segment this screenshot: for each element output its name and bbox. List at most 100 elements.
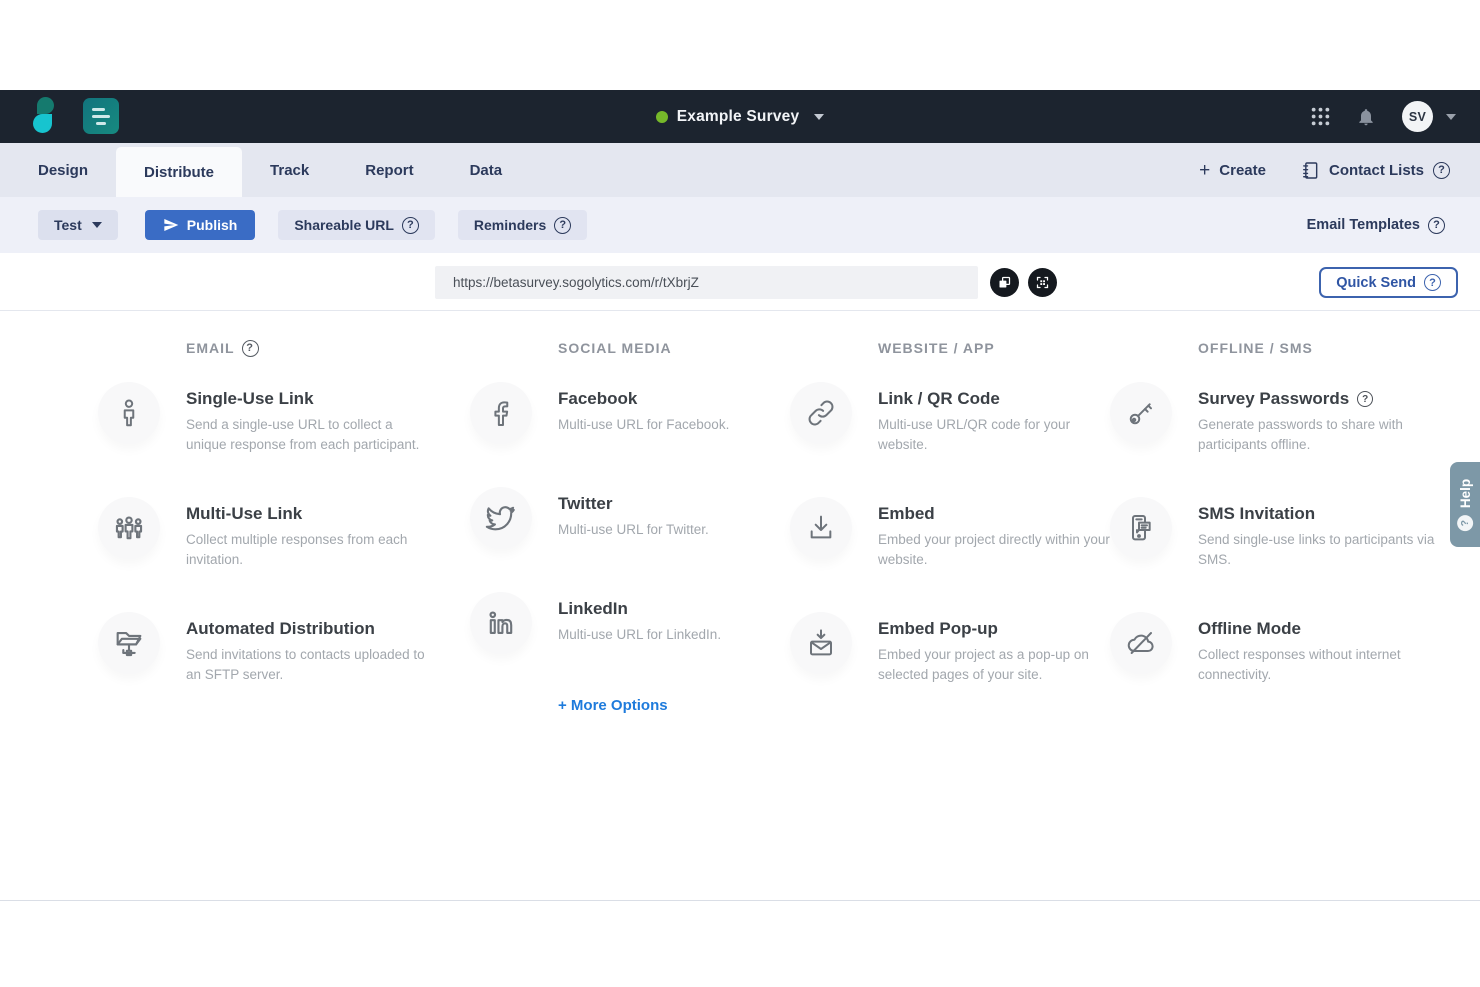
item-title: Facebook (558, 389, 801, 409)
email-column: EMAIL ? Single-Use Link Send a single-us… (95, 338, 430, 727)
linkedin-item[interactable]: LinkedIn Multi-use URL for LinkedIn. (467, 592, 802, 654)
help-icon[interactable]: ? (554, 217, 571, 234)
help-icon[interactable]: ? (1424, 274, 1441, 291)
single-use-link-item[interactable]: Single-Use Link Send a single-use URL to… (95, 382, 430, 454)
multi-user-icon (112, 511, 146, 545)
sms-invitation-item[interactable]: SMS Invitation Send single-use links to … (1107, 497, 1442, 569)
main-nav: Design Distribute Track Report Data + Cr… (0, 143, 1480, 197)
email-templates-label: Email Templates (1307, 217, 1420, 233)
item-description: Send single-use links to participants vi… (1198, 530, 1441, 569)
item-title: Embed Pop-up (878, 619, 1121, 639)
chevron-down-icon (92, 222, 102, 228)
sms-phone-icon (1125, 512, 1157, 544)
help-tab[interactable]: ? Help (1450, 462, 1480, 547)
offline-sms-column: OFFLINE / SMS Survey Passwords ? Generat… (1107, 338, 1442, 727)
item-description: Send a single-use URL to collect a uniqu… (186, 415, 429, 454)
help-icon[interactable]: ? (1357, 391, 1373, 407)
link-qr-code-item[interactable]: Link / QR Code Multi-use URL/QR code for… (787, 382, 1122, 454)
publish-label: Publish (187, 217, 238, 233)
test-dropdown[interactable]: Test (38, 210, 118, 240)
item-description: Multi-use URL for Facebook. (558, 415, 801, 435)
embed-item[interactable]: Embed Embed your project directly within… (787, 497, 1122, 569)
survey-url-input[interactable] (435, 266, 978, 299)
help-icon[interactable]: ? (1428, 217, 1445, 234)
apps-grid-icon[interactable] (1311, 107, 1330, 126)
item-description: Multi-use URL for Twitter. (558, 520, 801, 540)
offline-sms-column-header: OFFLINE / SMS (1198, 338, 1442, 358)
plus-icon: + (1199, 161, 1210, 180)
survey-app-icon[interactable] (83, 98, 119, 134)
copy-url-button[interactable] (990, 268, 1019, 297)
key-icon (1125, 397, 1157, 429)
notebook-icon (1300, 160, 1320, 181)
item-title: LinkedIn (558, 599, 801, 619)
share-url-bar: Quick Send ? (0, 253, 1480, 311)
chevron-down-icon (814, 114, 824, 120)
contact-lists-button[interactable]: Contact Lists ? (1300, 160, 1450, 181)
qr-code-icon (1035, 275, 1050, 290)
embed-popup-icon (805, 627, 837, 659)
item-title: Survey Passwords ? (1198, 389, 1441, 409)
column-title: OFFLINE / SMS (1198, 340, 1313, 356)
tab-design[interactable]: Design (10, 143, 116, 197)
sftp-folder-icon (112, 626, 146, 660)
email-templates-link[interactable]: Email Templates ? (1307, 217, 1445, 234)
item-title: Embed (878, 504, 1121, 524)
automated-distribution-item[interactable]: Automated Distribution Send invitations … (95, 612, 430, 684)
app-tile-bar (92, 115, 110, 118)
distribute-toolbar: Test Publish Shareable URL ? Reminders ?… (0, 197, 1480, 253)
facebook-icon (485, 397, 517, 429)
website-app-column-header: WEBSITE / APP (878, 338, 1122, 358)
item-description: Generate passwords to share with partici… (1198, 415, 1441, 454)
item-description: Multi-use URL for LinkedIn. (558, 625, 801, 645)
divider (0, 900, 1480, 901)
shareable-url-button[interactable]: Shareable URL ? (278, 210, 435, 240)
item-title: Multi-Use Link (186, 504, 429, 524)
survey-name: Example Survey (677, 108, 800, 126)
qr-code-button[interactable] (1028, 268, 1057, 297)
website-app-column: WEBSITE / APP Link / QR Code Multi-use U… (787, 338, 1122, 727)
survey-passwords-item[interactable]: Survey Passwords ? Generate passwords to… (1107, 382, 1442, 454)
help-icon: ? (1457, 515, 1473, 531)
item-title: SMS Invitation (1198, 504, 1441, 524)
brand-logo-icon[interactable] (31, 96, 55, 136)
item-description: Embed your project as a pop-up on select… (878, 645, 1121, 684)
create-button[interactable]: + Create (1199, 161, 1266, 180)
linkedin-icon (484, 606, 518, 640)
test-label: Test (54, 217, 82, 233)
page: Example Survey SV (0, 0, 1480, 987)
item-description: Embed your project directly within your … (878, 530, 1121, 569)
help-icon[interactable]: ? (402, 217, 419, 234)
user-menu[interactable]: SV (1402, 101, 1456, 132)
social-media-column: SOCIAL MEDIA Facebook Multi-use URL for … (467, 338, 802, 714)
email-column-header: EMAIL ? (186, 338, 430, 358)
copy-icon (997, 275, 1012, 290)
quick-send-button[interactable]: Quick Send ? (1319, 267, 1458, 298)
publish-button[interactable]: Publish (145, 210, 256, 240)
shareable-url-label: Shareable URL (294, 217, 394, 233)
tab-report[interactable]: Report (337, 143, 441, 197)
logo-drop-bottom (33, 114, 52, 133)
tab-distribute[interactable]: Distribute (116, 147, 242, 197)
reminders-button[interactable]: Reminders ? (458, 210, 587, 240)
twitter-item[interactable]: Twitter Multi-use URL for Twitter. (467, 487, 802, 549)
item-description: Send invitations to contacts uploaded to… (186, 645, 429, 684)
embed-popup-item[interactable]: Embed Pop-up Embed your project as a pop… (787, 612, 1122, 684)
more-options-link[interactable]: + More Options (558, 697, 802, 714)
help-icon[interactable]: ? (242, 340, 259, 357)
item-title: Automated Distribution (186, 619, 429, 639)
tab-track[interactable]: Track (242, 143, 337, 197)
tab-data[interactable]: Data (442, 143, 531, 197)
logo-drop-top (37, 97, 54, 114)
offline-mode-item[interactable]: Offline Mode Collect responses without i… (1107, 612, 1442, 684)
survey-switcher[interactable]: Example Survey (0, 90, 1480, 143)
multi-use-link-item[interactable]: Multi-Use Link Collect multiple response… (95, 497, 430, 569)
facebook-item[interactable]: Facebook Multi-use URL for Facebook. (467, 382, 802, 444)
item-title: Twitter (558, 494, 801, 514)
single-user-icon (113, 397, 145, 429)
survey-status-dot (656, 111, 668, 123)
item-description: Multi-use URL/QR code for your website. (878, 415, 1121, 454)
create-label: Create (1219, 162, 1266, 179)
help-icon[interactable]: ? (1433, 162, 1450, 179)
notifications-bell-icon[interactable] (1356, 107, 1376, 127)
